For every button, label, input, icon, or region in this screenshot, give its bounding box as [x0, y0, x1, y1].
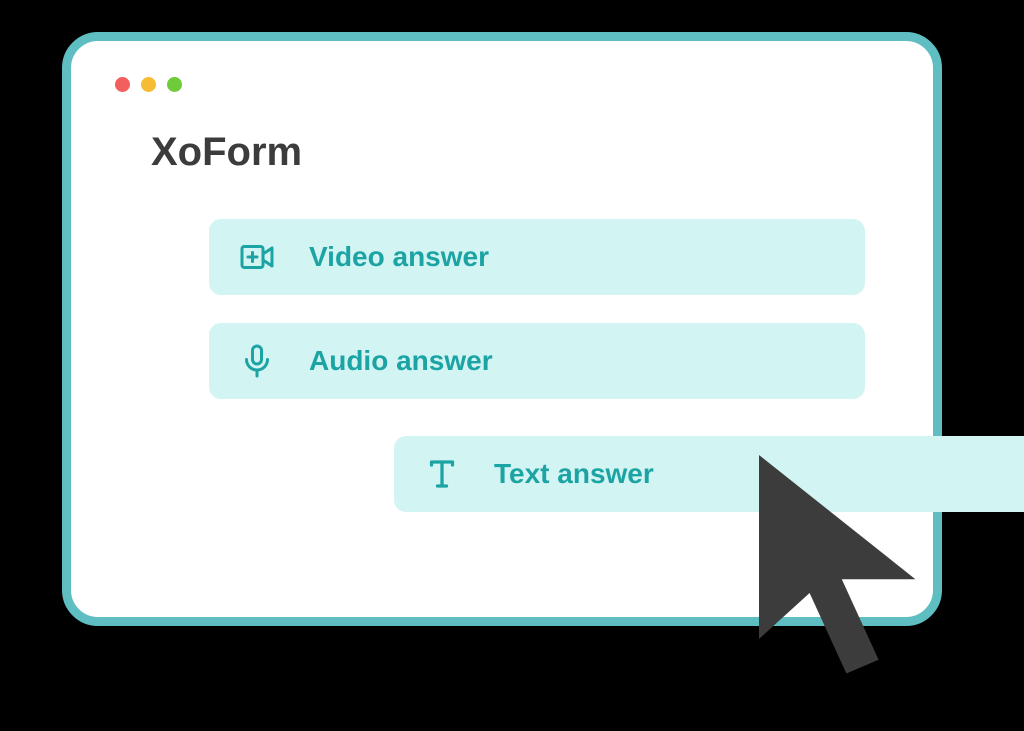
option-label: Video answer [309, 241, 489, 273]
option-text-answer[interactable]: Text answer [394, 436, 1024, 512]
microphone-icon [237, 341, 277, 381]
app-title: XoForm [151, 130, 889, 175]
option-audio-answer[interactable]: Audio answer [209, 323, 865, 399]
option-video-answer[interactable]: Video answer [209, 219, 865, 295]
option-label: Text answer [494, 458, 654, 490]
video-add-icon [237, 237, 277, 277]
text-icon [422, 454, 462, 494]
minimize-window-button[interactable] [141, 77, 156, 92]
app-window: XoForm Video answer Audio answer [62, 32, 942, 626]
window-controls [115, 77, 889, 92]
maximize-window-button[interactable] [167, 77, 182, 92]
option-label: Audio answer [309, 345, 493, 377]
close-window-button[interactable] [115, 77, 130, 92]
